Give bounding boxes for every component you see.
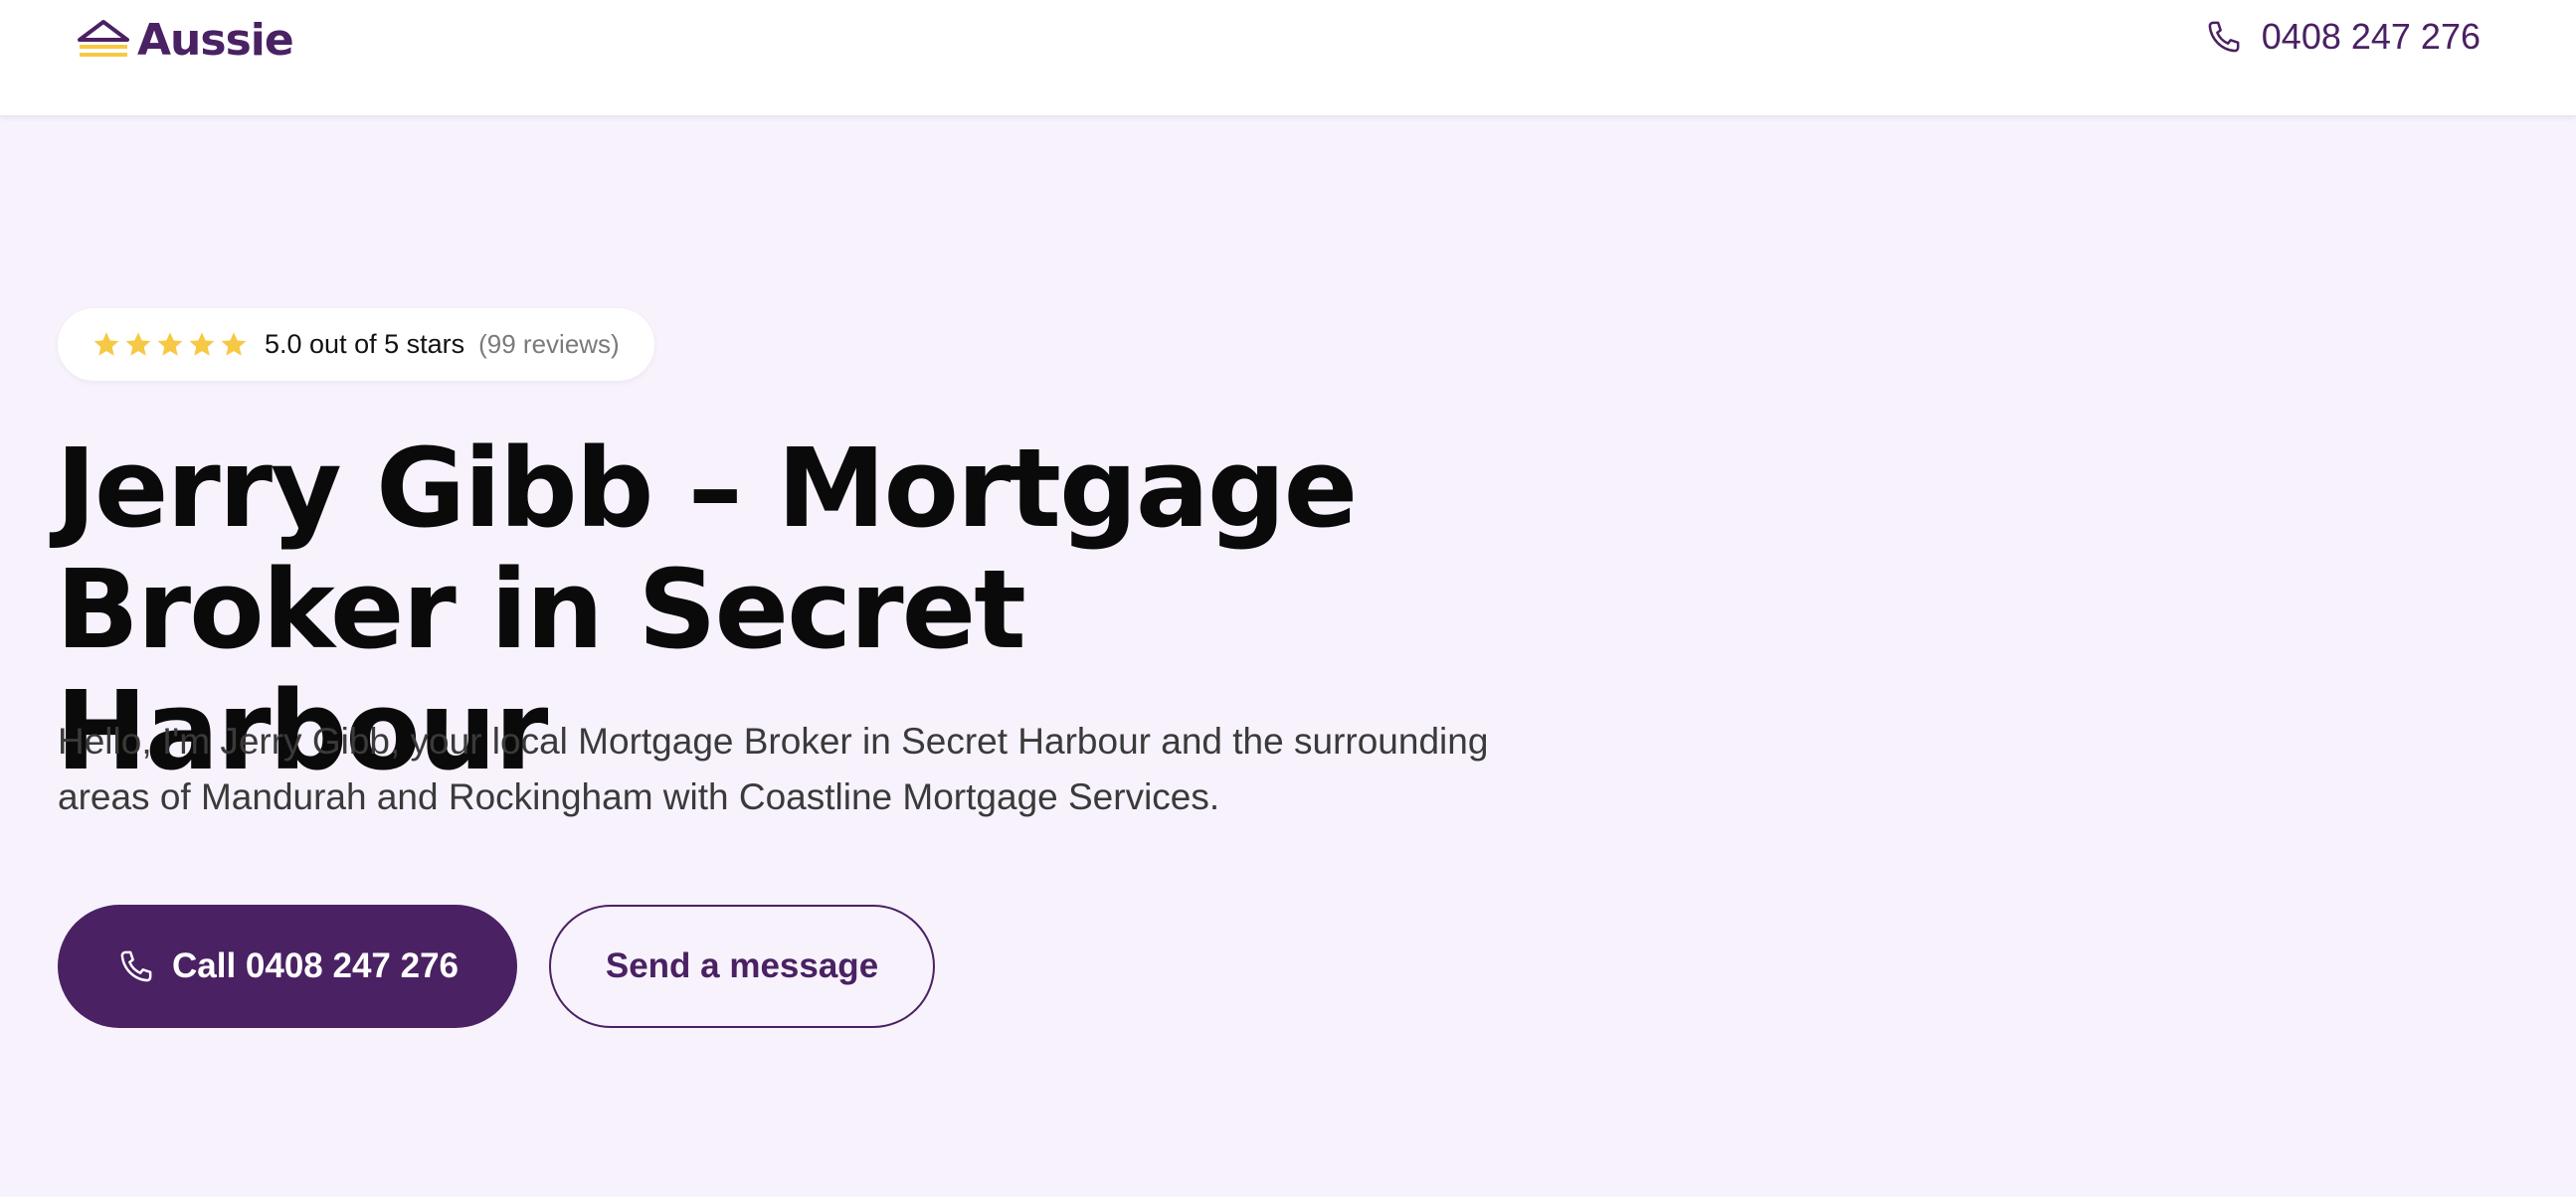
logo-text: Aussie	[137, 14, 294, 66]
intro-line-1: Hello, I'm Jerry Gibb, your local Mortga…	[58, 721, 1489, 762]
review-count: (99 reviews)	[478, 329, 620, 359]
aussie-logo[interactable]: Aussie	[78, 8, 294, 72]
star-icon	[93, 331, 119, 356]
header-phone-number: 0408 247 276	[2261, 16, 2481, 57]
phone-icon	[2208, 21, 2240, 53]
send-message-button-label: Send a message	[605, 946, 879, 985]
page-title-line-1: Jerry Gibb – Mortgage	[56, 425, 1358, 552]
send-message-button[interactable]: Send a message	[549, 905, 935, 1028]
house-roof-icon	[78, 20, 129, 57]
star-icon	[157, 331, 183, 356]
call-button[interactable]: Call 0408 247 276	[58, 905, 517, 1028]
intro-text: Hello, I'm Jerry Gibb, your local Mortga…	[58, 714, 1609, 825]
intro-line-2: areas of Mandurah and Rockingham with Co…	[58, 776, 1220, 817]
call-button-label: Call 0408 247 276	[171, 946, 459, 985]
star-rating	[92, 330, 251, 360]
phone-icon	[120, 950, 152, 982]
star-icon	[189, 331, 215, 356]
star-icon	[125, 331, 151, 356]
star-icon	[221, 331, 247, 356]
site-header: Aussie 0408 247 276	[0, 0, 2576, 116]
rating-badge: 5.0 out of 5 stars (99 reviews)	[58, 308, 654, 381]
rating-score: 5.0 out of 5 stars	[265, 329, 465, 359]
header-phone-link[interactable]: 0408 247 276	[2204, 12, 2481, 62]
